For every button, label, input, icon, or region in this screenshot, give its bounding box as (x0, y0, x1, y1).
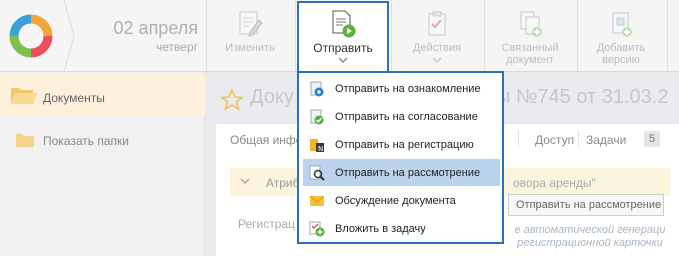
menu-item-label: Вложить в задачу (335, 223, 426, 235)
svg-text:N: N (318, 145, 323, 153)
actions-button[interactable]: Действия (396, 0, 478, 72)
current-date: 02 апреля (113, 18, 198, 38)
tab-access[interactable]: Доступ (535, 133, 574, 147)
toolbar: 02 апреля четверг Изменить Отправить Дей… (0, 0, 679, 72)
menu-item-send-for-approval[interactable]: Отправить на согласование (303, 103, 500, 130)
edit-doc-icon (239, 11, 263, 37)
checklist-icon (428, 11, 446, 36)
hint-line-2: регистрационной карточки (517, 237, 663, 249)
menu-item-label: Обсуждение документа (335, 195, 456, 207)
tab-general-info[interactable]: Общая инфо (230, 133, 302, 147)
chevron-down-icon (432, 57, 442, 64)
sidebar-item-label: Показать папки (43, 134, 129, 148)
menu-item-label: Отправить на согласование (335, 111, 478, 123)
tab-divider (518, 130, 519, 148)
sidebar: Документы Показать папки (0, 72, 205, 256)
sidebar-item-label: Документы (43, 91, 105, 105)
send-button[interactable]: Отправить (297, 1, 389, 72)
actions-button-label: Действия (412, 42, 462, 54)
toolbar-divider (667, 0, 668, 72)
envelope-icon (309, 195, 325, 206)
registration-label: Регистрац (238, 217, 295, 231)
menu-item-discuss-document[interactable]: Обсуждение документа (303, 187, 500, 214)
document-title-end: ы №745 от 31.03.2 (496, 86, 669, 108)
edit-button-label: Изменить (225, 42, 275, 54)
logo-divider-chevron (63, 0, 75, 72)
task-add-icon (309, 221, 325, 237)
hint-line-1: е автоматической генераци (514, 224, 666, 236)
toolbar-divider (484, 0, 485, 72)
menu-item-label: Отправить на регистрацию (335, 139, 474, 151)
add-version-label-line1: Добавить (596, 42, 646, 54)
toolbar-divider (295, 0, 296, 72)
toolbar-divider (577, 0, 578, 72)
tab-divider (578, 130, 579, 148)
send-dropdown-menu: Отправить на ознакомление Отправить на с… (297, 71, 504, 244)
auto-generation-hint: е автоматической генераци регистрационно… (500, 224, 679, 250)
menu-item-label: Отправить на рассмотрение (335, 167, 481, 179)
app-logo[interactable] (0, 0, 68, 72)
folder-open-icon (11, 88, 37, 104)
add-version-label-line2: версию (602, 54, 640, 66)
contract-title-text: овора аренды" (513, 176, 596, 190)
sidebar-item-documents[interactable]: Документы (0, 74, 205, 116)
chevron-down-icon (338, 57, 348, 64)
check-badge-icon (310, 109, 324, 125)
related-document-button[interactable]: Связанный документ (489, 0, 571, 72)
menu-item-send-for-review[interactable]: Отправить на рассмотрение (303, 159, 500, 186)
toolbar-divider (391, 0, 392, 72)
related-document-label-line2: документ (506, 54, 554, 66)
add-version-icon (612, 12, 632, 37)
add-version-button[interactable]: Добавить версию (581, 0, 661, 72)
send-doc-icon (332, 10, 356, 38)
current-weekday: четверг (156, 40, 198, 54)
send-button-label: Отправить (313, 41, 373, 55)
eye-arrow-icon (310, 81, 324, 97)
menu-item-send-for-familiarization[interactable]: Отправить на ознакомление (303, 75, 500, 102)
folder-icon (16, 134, 34, 147)
related-doc-icon (520, 11, 542, 37)
toolbar-divider (206, 0, 207, 72)
logo-ring-icon (9, 14, 53, 58)
chevron-down-icon (240, 178, 250, 185)
related-document-label-line1: Связанный (501, 42, 559, 54)
register-icon: N (310, 139, 324, 153)
menu-item-attach-to-task[interactable]: Вложить в задачу (303, 215, 500, 242)
tasks-count-badge: 5 (644, 131, 660, 147)
tab-tasks[interactable]: Задачи (586, 133, 626, 147)
review-magnifier-icon (309, 165, 325, 181)
edit-button[interactable]: Изменить (212, 0, 288, 72)
menu-item-label: Отправить на ознакомление (335, 83, 481, 95)
tooltip: Отправить на рассмотрение (508, 194, 664, 216)
document-title-start: Доку (250, 86, 294, 108)
menu-item-send-for-registration[interactable]: N Отправить на регистрацию (303, 131, 500, 158)
date-display: 02 апреля четверг (88, 18, 198, 54)
star-favorite-icon[interactable] (220, 88, 244, 112)
sidebar-item-show-folders[interactable]: Показать папки (0, 124, 205, 154)
